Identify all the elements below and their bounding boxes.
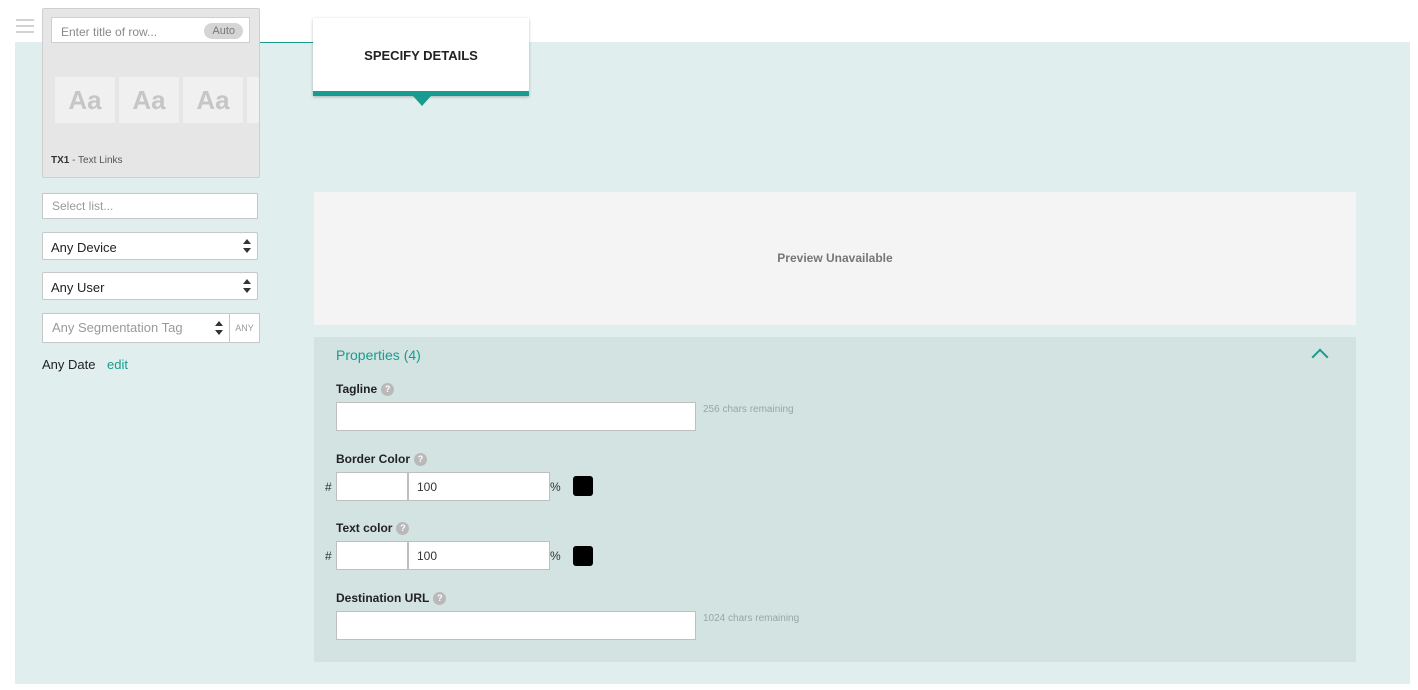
- template-caption: TX1 - Text Links: [51, 155, 123, 166]
- template-code: TX1: [51, 155, 70, 166]
- tagline-label-text: Tagline: [336, 382, 378, 396]
- device-select-value: Any Device: [51, 240, 117, 255]
- tab-specify-details-label: SPECIFY DETAILS: [364, 48, 478, 63]
- edit-date-link[interactable]: edit: [107, 357, 128, 372]
- destination-url-input[interactable]: [336, 611, 696, 640]
- row-config-card: Auto Aa Aa Aa TX1 - Text Links: [42, 8, 260, 178]
- tagline-label: Tagline?: [336, 382, 395, 397]
- text-color-label: Text color?: [336, 521, 410, 536]
- help-icon[interactable]: ?: [414, 453, 428, 467]
- border-color-label-text: Border Color: [336, 452, 411, 466]
- help-icon[interactable]: ?: [396, 522, 410, 536]
- select-list-input[interactable]: [50, 198, 244, 214]
- template-tile-partial[interactable]: [247, 77, 259, 123]
- hash-label: #: [325, 480, 332, 494]
- date-range-label: Any Date: [42, 357, 96, 372]
- border-color-opacity-input[interactable]: 100: [408, 472, 550, 501]
- template-tile[interactable]: Aa: [119, 77, 179, 123]
- tab-underline: [258, 42, 314, 43]
- sort-arrows-icon: [215, 321, 223, 335]
- text-color-opacity-input[interactable]: 100: [408, 541, 550, 570]
- preview-panel: Preview Unavailable: [314, 192, 1356, 325]
- help-icon[interactable]: ?: [381, 383, 395, 397]
- preview-message: Preview Unavailable: [777, 251, 893, 265]
- properties-panel: Properties (4) Tagline? 256 chars remain…: [314, 337, 1356, 662]
- template-name: - Text Links: [72, 155, 123, 166]
- border-color-swatch[interactable]: [573, 476, 593, 496]
- chevron-up-icon[interactable]: [1311, 348, 1329, 366]
- auto-toggle[interactable]: Auto: [204, 23, 243, 39]
- hash-label: #: [325, 549, 332, 563]
- border-color-opacity-value: 100: [417, 480, 438, 494]
- device-select[interactable]: Any Device: [42, 232, 258, 260]
- user-select[interactable]: Any User: [42, 272, 258, 300]
- sort-arrows-icon: [243, 279, 251, 293]
- tab-pointer-icon: [413, 96, 431, 106]
- percent-label: %: [550, 480, 561, 494]
- text-color-opacity-value: 100: [417, 549, 438, 563]
- segmentation-tag-value: Any Segmentation Tag: [52, 320, 183, 335]
- template-tile[interactable]: Aa: [183, 77, 243, 123]
- destination-url-label: Destination URL?: [336, 591, 447, 606]
- template-strip: Aa Aa Aa: [55, 77, 259, 123]
- any-match-button[interactable]: ANY: [229, 313, 260, 343]
- row-title-field[interactable]: Auto: [51, 17, 250, 43]
- help-icon[interactable]: ?: [433, 592, 447, 606]
- tab-specify-details[interactable]: SPECIFY DETAILS: [313, 18, 529, 106]
- text-color-swatch[interactable]: [573, 546, 593, 566]
- destination-url-label-text: Destination URL: [336, 591, 430, 605]
- user-select-value: Any User: [51, 280, 105, 295]
- border-color-hex-input[interactable]: [336, 472, 408, 501]
- percent-label: %: [550, 549, 561, 563]
- row-title-input[interactable]: [59, 22, 203, 42]
- properties-header[interactable]: Properties (4): [336, 347, 421, 363]
- select-list-field[interactable]: [42, 193, 258, 219]
- segmentation-tag-select[interactable]: Any Segmentation Tag: [42, 313, 230, 343]
- tagline-chars-remaining: 256 chars remaining: [703, 404, 794, 415]
- hamburger-icon[interactable]: [16, 19, 34, 33]
- text-color-label-text: Text color: [336, 521, 393, 535]
- border-color-label: Border Color?: [336, 452, 428, 467]
- template-tile[interactable]: Aa: [55, 77, 115, 123]
- sort-arrows-icon: [243, 239, 251, 253]
- text-color-hex-input[interactable]: [336, 541, 408, 570]
- tagline-input[interactable]: [336, 402, 696, 431]
- destination-url-chars-remaining: 1024 chars remaining: [703, 613, 800, 624]
